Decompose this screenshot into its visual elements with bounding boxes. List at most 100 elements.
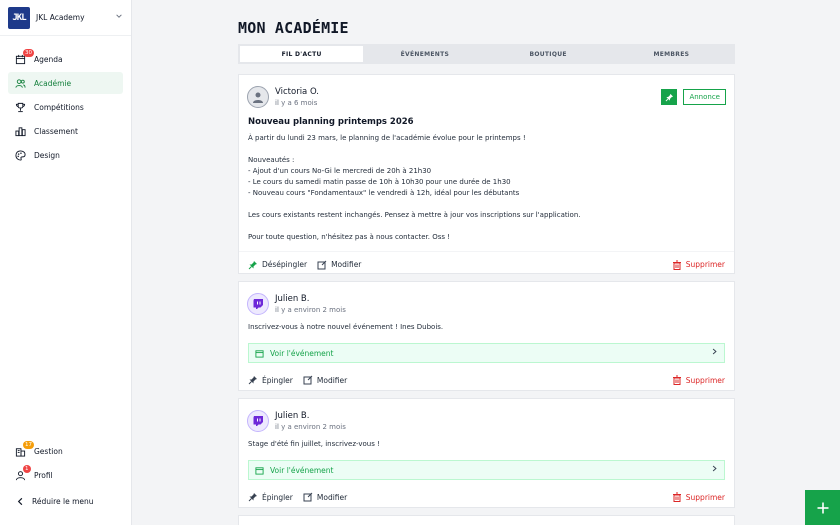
gestion-badge: 17 bbox=[23, 441, 34, 449]
sidebar-item-profil[interactable]: 1 Profil bbox=[8, 464, 123, 486]
plus-icon bbox=[817, 502, 828, 513]
author-name: Victoria O. bbox=[275, 87, 320, 97]
sidebar-item-design[interactable]: Design bbox=[8, 144, 123, 166]
chevron-right-icon bbox=[711, 465, 718, 475]
sidebar-item-competitions[interactable]: Compétitions bbox=[8, 96, 123, 118]
event-link[interactable]: Voir l'événement bbox=[248, 460, 725, 480]
edit-button[interactable]: Modifier bbox=[303, 375, 347, 385]
calendar-icon bbox=[255, 349, 264, 358]
sidebar-item-label: Design bbox=[34, 150, 60, 160]
post-card bbox=[238, 515, 735, 525]
edit-label: Modifier bbox=[316, 375, 348, 385]
post-actions: Épingler Modifier Supprimer bbox=[239, 367, 734, 393]
avatar bbox=[247, 293, 269, 315]
post-body: Inscrivez-vous à notre nouvel événement … bbox=[239, 318, 734, 333]
tab-evenements[interactable]: ÉVÉNEMENTS bbox=[363, 46, 486, 62]
main-content: MON ACADÉMIE FIL D'ACTU ÉVÉNEMENTS BOUTI… bbox=[132, 0, 840, 525]
pinned-icon bbox=[661, 89, 678, 105]
chevron-down-icon bbox=[115, 12, 123, 23]
avatar bbox=[247, 410, 269, 432]
academy-logo: JKL bbox=[8, 6, 30, 29]
post-body: À partir du lundi 23 mars, le planning d… bbox=[239, 127, 734, 243]
pin-button[interactable]: Épingler bbox=[248, 375, 293, 385]
calendar-icon bbox=[255, 466, 264, 475]
post-header: Julien B. il y a environ 2 mois bbox=[239, 399, 734, 435]
edit-icon bbox=[303, 492, 313, 502]
sidebar-item-academie[interactable]: Académie bbox=[8, 72, 123, 94]
sidebar-item-label: Compétitions bbox=[34, 102, 84, 112]
post-card: Victoria O. il y a 6 mois Annonce Nouvea… bbox=[238, 74, 735, 274]
sidebar-item-agenda[interactable]: 30 Agenda bbox=[8, 48, 123, 70]
post-author: Julien B. il y a environ 2 mois bbox=[275, 294, 346, 314]
author-name: Julien B. bbox=[275, 411, 310, 421]
chevron-left-icon bbox=[14, 495, 26, 507]
post-actions: Épingler Modifier Supprimer bbox=[239, 484, 734, 510]
delete-button[interactable]: Supprimer bbox=[672, 260, 725, 270]
pin-label: Épingler bbox=[262, 492, 293, 502]
post-author: Victoria O. il y a 6 mois bbox=[275, 87, 319, 107]
tab-membres[interactable]: MEMBRES bbox=[610, 46, 733, 62]
post-time: il y a 6 mois bbox=[275, 99, 318, 107]
pin-icon bbox=[248, 260, 257, 269]
sidebar-item-label: Classement bbox=[34, 126, 78, 136]
trophy-icon bbox=[14, 101, 26, 113]
post-header: Victoria O. il y a 6 mois Annonce bbox=[239, 75, 734, 111]
trash-icon bbox=[672, 492, 681, 502]
post-time: il y a environ 2 mois bbox=[275, 423, 346, 431]
ranking-icon bbox=[14, 125, 26, 137]
unpin-button[interactable]: Désépingler bbox=[248, 260, 307, 270]
delete-label: Supprimer bbox=[685, 260, 725, 269]
sidebar-item-classement[interactable]: Classement bbox=[8, 120, 123, 142]
edit-button[interactable]: Modifier bbox=[317, 260, 361, 270]
post-paragraph: À partir du lundi 23 mars, le planning d… bbox=[248, 134, 526, 142]
academy-switcher[interactable]: JKL JKL Academy bbox=[0, 0, 131, 36]
post-line: - Le cours du samedi matin passe de 10h … bbox=[248, 178, 511, 186]
collapse-menu-button[interactable]: Réduire le menu bbox=[8, 492, 123, 510]
post-card: Julien B. il y a environ 2 mois Stage d'… bbox=[238, 398, 735, 508]
delete-label: Supprimer bbox=[685, 375, 725, 385]
post-card: Julien B. il y a environ 2 mois Inscrive… bbox=[238, 281, 735, 391]
post-actions: Désépingler Modifier Supprimer bbox=[239, 251, 734, 277]
post-paragraph: Stage d'été fin juillet, inscrivez-vous … bbox=[248, 440, 380, 448]
delete-button[interactable]: Supprimer bbox=[672, 492, 725, 502]
post-header-right: Annonce bbox=[661, 89, 726, 105]
agenda-badge: 30 bbox=[23, 49, 34, 57]
collapse-menu-label: Réduire le menu bbox=[32, 496, 94, 506]
page-title: MON ACADÉMIE bbox=[238, 19, 349, 37]
delete-button[interactable]: Supprimer bbox=[672, 375, 725, 385]
sidebar-item-label: Gestion bbox=[34, 446, 63, 456]
post-line: - Ajout d'un cours No-Gi le mercredi de … bbox=[248, 167, 432, 175]
event-link[interactable]: Voir l'événement bbox=[248, 343, 725, 363]
edit-label: Modifier bbox=[331, 260, 362, 269]
edit-button[interactable]: Modifier bbox=[303, 492, 347, 502]
pin-icon bbox=[248, 376, 257, 385]
delete-label: Supprimer bbox=[685, 492, 725, 502]
post-time: il y a environ 2 mois bbox=[275, 306, 346, 314]
trash-icon bbox=[672, 260, 681, 270]
trash-icon bbox=[672, 375, 681, 385]
main-nav: 30 Agenda Académie Compétitions Classeme… bbox=[0, 36, 131, 166]
sidebar: JKL JKL Academy 30 Agenda Académie Compé… bbox=[0, 0, 132, 525]
author-name: Julien B. bbox=[275, 294, 310, 304]
tab-fil-actu[interactable]: FIL D'ACTU bbox=[240, 46, 364, 62]
palette-icon bbox=[14, 149, 26, 161]
avatar bbox=[247, 86, 269, 108]
tab-bar: FIL D'ACTU ÉVÉNEMENTS BOUTIQUE MEMBRES bbox=[238, 44, 735, 64]
post-paragraph: Pour toute question, n'hésitez pas à nou… bbox=[248, 233, 451, 241]
chevron-right-icon bbox=[711, 348, 718, 358]
unpin-label: Désépingler bbox=[262, 260, 308, 269]
pin-button[interactable]: Épingler bbox=[248, 492, 293, 502]
tab-boutique[interactable]: BOUTIQUE bbox=[487, 46, 610, 62]
profil-badge: 1 bbox=[23, 465, 31, 473]
pin-icon bbox=[248, 493, 257, 502]
post-line: - Nouveau cours "Fondamentaux" le vendre… bbox=[248, 189, 520, 197]
sidebar-item-gestion[interactable]: 17 Gestion bbox=[8, 440, 123, 462]
post-header: Julien B. il y a environ 2 mois bbox=[239, 282, 734, 318]
users-icon bbox=[14, 77, 26, 89]
post-line: Nouveautés : bbox=[248, 156, 295, 164]
post-paragraph: Inscrivez-vous à notre nouvel événement … bbox=[248, 323, 444, 331]
post-paragraph: Les cours existants restent inchangés. P… bbox=[248, 211, 581, 219]
add-post-button[interactable] bbox=[805, 490, 840, 525]
edit-icon bbox=[303, 375, 313, 385]
sidebar-item-label: Profil bbox=[34, 470, 53, 480]
